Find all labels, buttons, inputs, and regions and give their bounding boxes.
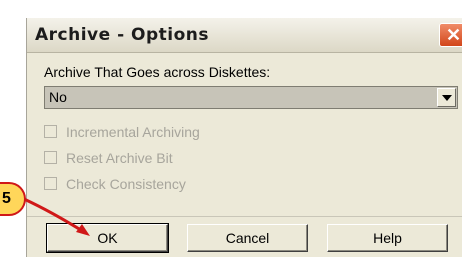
close-button[interactable]: ✕ [439, 23, 462, 47]
checkbox-box [44, 125, 57, 138]
help-button[interactable]: Help [327, 224, 448, 252]
archive-options-dialog: Archive - Options ✕ Archive That Goes ac… [26, 18, 462, 257]
cancel-button[interactable]: Cancel [187, 224, 308, 252]
archive-select-value: No [49, 89, 67, 105]
step-number: 5 [2, 190, 11, 207]
chevron-down-icon[interactable] [437, 88, 456, 107]
checkbox-box [44, 177, 57, 190]
close-icon: ✕ [446, 25, 462, 45]
checkbox-label: Reset Archive Bit [66, 150, 173, 166]
title-bar: Archive - Options ✕ [27, 18, 462, 53]
checkbox-label: Check Consistency [66, 176, 186, 192]
archive-select-label: Archive That Goes across Diskettes: [44, 64, 271, 80]
ok-button[interactable]: OK [46, 223, 169, 253]
button-divider [27, 216, 462, 217]
checkbox-label: Incremental Archiving [66, 124, 200, 140]
step-badge: 5 [0, 182, 26, 216]
dialog-title: Archive - Options [35, 25, 210, 45]
checkbox-box [44, 151, 57, 164]
archive-select-dropdown[interactable]: No [44, 86, 458, 109]
